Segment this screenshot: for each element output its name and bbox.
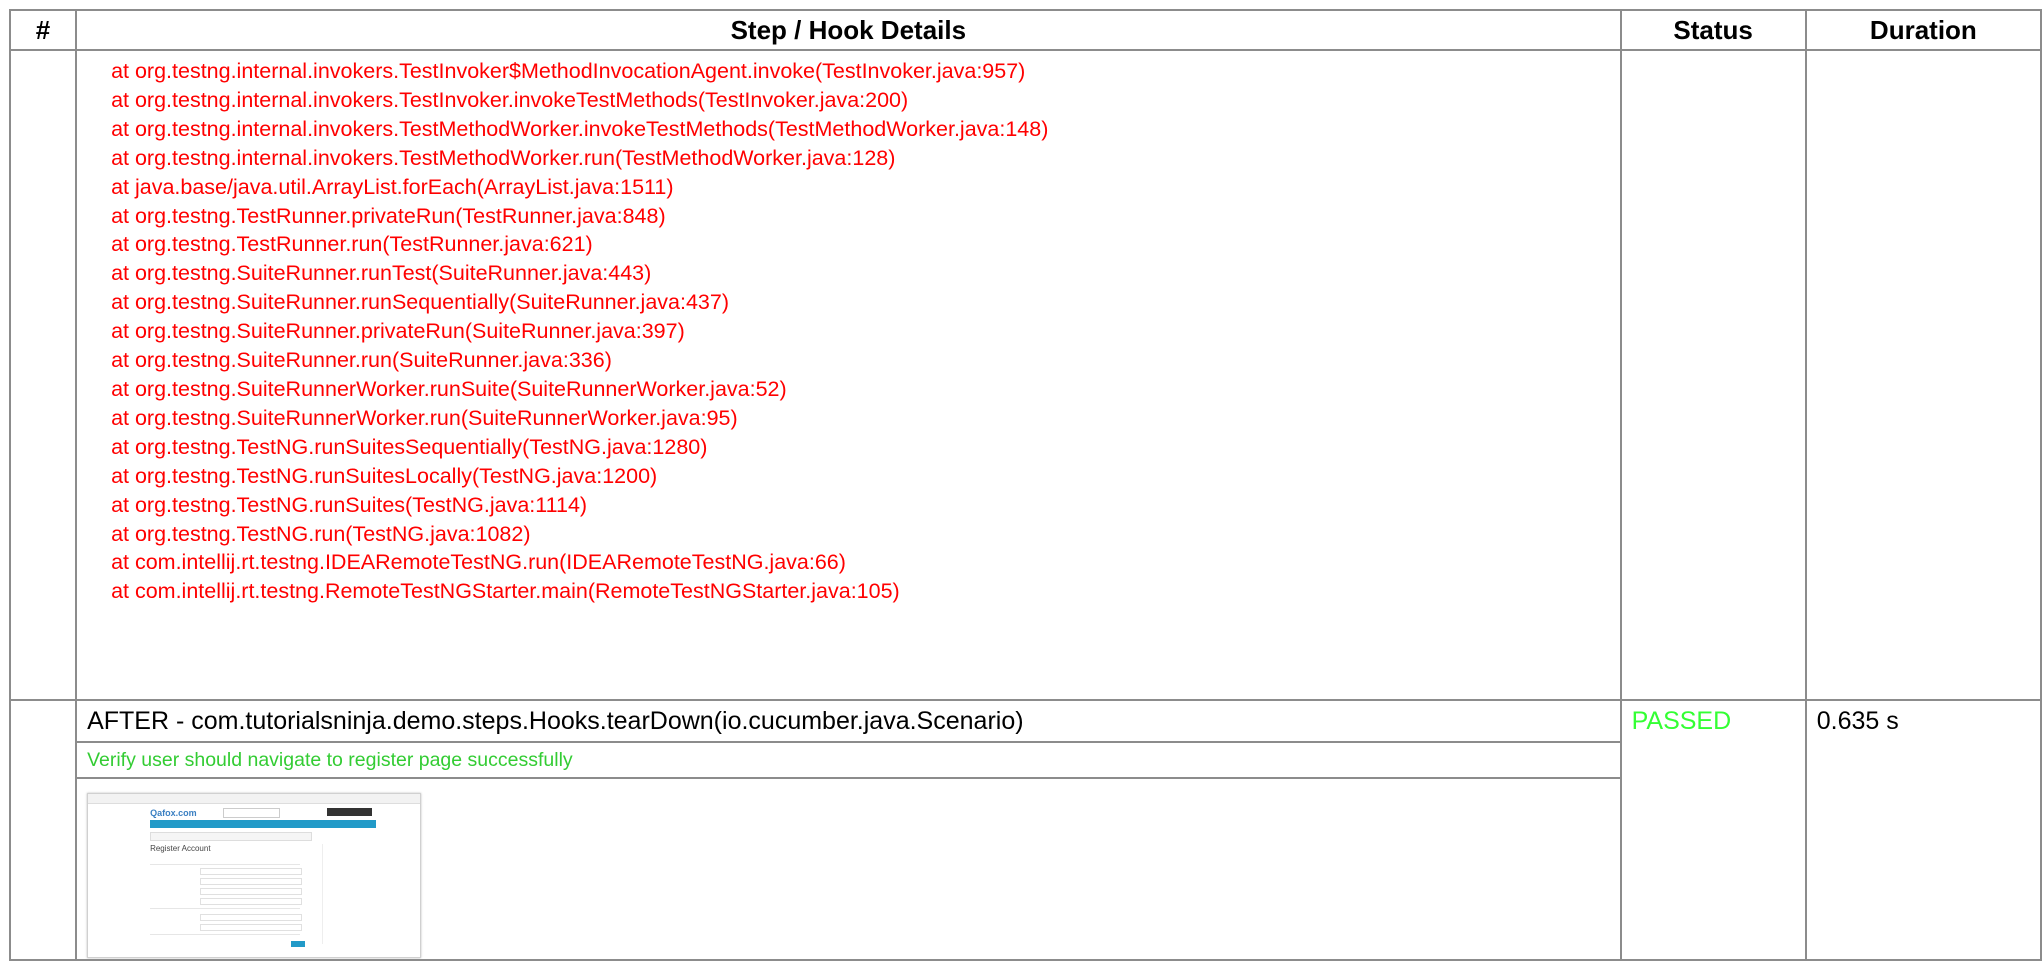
- stack-trace-line: at org.testng.SuiteRunner.runSequentiall…: [111, 290, 729, 315]
- thumb-field: [200, 868, 303, 875]
- thumb-divider: [150, 934, 301, 935]
- table-row: at org.testng.internal.invokers.TestInvo…: [8, 49, 2042, 701]
- report-container: # Step / Hook Details Status Duration at…: [8, 9, 2042, 961]
- row-number-cell: [8, 699, 78, 961]
- stack-trace-line: at org.testng.SuiteRunner.runTest(SuiteR…: [111, 261, 652, 286]
- trace-status-cell: [1619, 49, 1807, 701]
- thumb-field: [200, 878, 303, 885]
- table-header-row: # Step / Hook Details Status Duration: [8, 9, 2042, 51]
- stack-trace-line: at org.testng.SuiteRunnerWorker.run(Suit…: [111, 405, 738, 430]
- thumb-field: [200, 898, 303, 905]
- header-status: Status: [1619, 9, 1807, 51]
- hook-description: Verify user should navigate to register …: [77, 743, 1620, 779]
- trace-duration-cell: [1804, 49, 2042, 701]
- stack-trace-line: at com.intellij.rt.testng.IDEARemoteTest…: [111, 550, 846, 575]
- stack-trace-line: at java.base/java.util.ArrayList.forEach…: [111, 174, 674, 199]
- stack-trace-line: at org.testng.internal.invokers.TestMeth…: [111, 145, 896, 170]
- status-badge: PASSED: [1631, 707, 1732, 735]
- thumb-search-box: [223, 808, 281, 818]
- hook-details-cell: AFTER - com.tutorialsninja.demo.steps.Ho…: [75, 699, 1622, 961]
- stack-trace-line: at org.testng.internal.invokers.TestInvo…: [111, 59, 1026, 83]
- stack-trace-line: at org.testng.TestNG.runSuitesLocally(Te…: [111, 463, 658, 488]
- thumb-continue-button: [291, 941, 306, 947]
- table-row: AFTER - com.tutorialsninja.demo.steps.Ho…: [8, 699, 2042, 961]
- stack-trace-line: at com.intellij.rt.testng.RemoteTestNGSt…: [111, 579, 900, 604]
- thumb-field: [200, 914, 303, 921]
- header-step-details: Step / Hook Details: [75, 9, 1622, 51]
- stack-trace-line: at org.testng.TestRunner.run(TestRunner.…: [111, 232, 593, 257]
- stack-trace-line: at org.testng.TestNG.runSuitesSequential…: [111, 434, 708, 459]
- stack-trace-line: at org.testng.TestRunner.privateRun(Test…: [111, 203, 666, 228]
- thumb-logo: Qafox.com: [150, 808, 197, 818]
- thumb-topbar: [88, 794, 421, 804]
- thumb-divider: [150, 908, 301, 909]
- stack-trace-cell: at org.testng.internal.invokers.TestInvo…: [75, 49, 1622, 701]
- stack-trace-line: at org.testng.TestNG.runSuites(TestNG.ja…: [111, 492, 588, 517]
- thumb-divider: [150, 864, 301, 865]
- stack-trace-line: at org.testng.SuiteRunner.privateRun(Sui…: [111, 319, 685, 344]
- stack-trace-line: at org.testng.SuiteRunner.run(SuiteRunne…: [111, 348, 612, 373]
- thumb-cart-button: [327, 808, 373, 816]
- thumb-heading: Register Account: [150, 844, 211, 853]
- thumb-breadcrumb: [150, 832, 313, 841]
- screenshot-area: Qafox.com Register Account: [77, 779, 1620, 959]
- thumb-sidebar: [322, 844, 377, 944]
- thumb-menu-bar: [150, 820, 377, 828]
- thumb-field: [200, 888, 303, 895]
- stack-trace-line: at org.testng.internal.invokers.TestMeth…: [111, 116, 1049, 141]
- stack-trace-line: at org.testng.internal.invokers.TestInvo…: [111, 87, 909, 112]
- row-number-cell: [8, 49, 78, 701]
- screenshot-thumbnail[interactable]: Qafox.com Register Account: [87, 793, 422, 958]
- duration-value: 0.635 s: [1816, 707, 1899, 735]
- hook-title: AFTER - com.tutorialsninja.demo.steps.Ho…: [77, 701, 1620, 743]
- header-duration: Duration: [1804, 9, 2042, 51]
- stack-trace-line: at org.testng.SuiteRunnerWorker.runSuite…: [111, 376, 787, 401]
- header-number: #: [8, 9, 78, 51]
- step-hook-table: # Step / Hook Details Status Duration at…: [8, 9, 2042, 961]
- hook-duration-cell: 0.635 s: [1804, 699, 2042, 961]
- hook-status-cell: PASSED: [1619, 699, 1807, 961]
- stack-trace-line: at org.testng.TestNG.run(TestNG.java:108…: [111, 521, 531, 546]
